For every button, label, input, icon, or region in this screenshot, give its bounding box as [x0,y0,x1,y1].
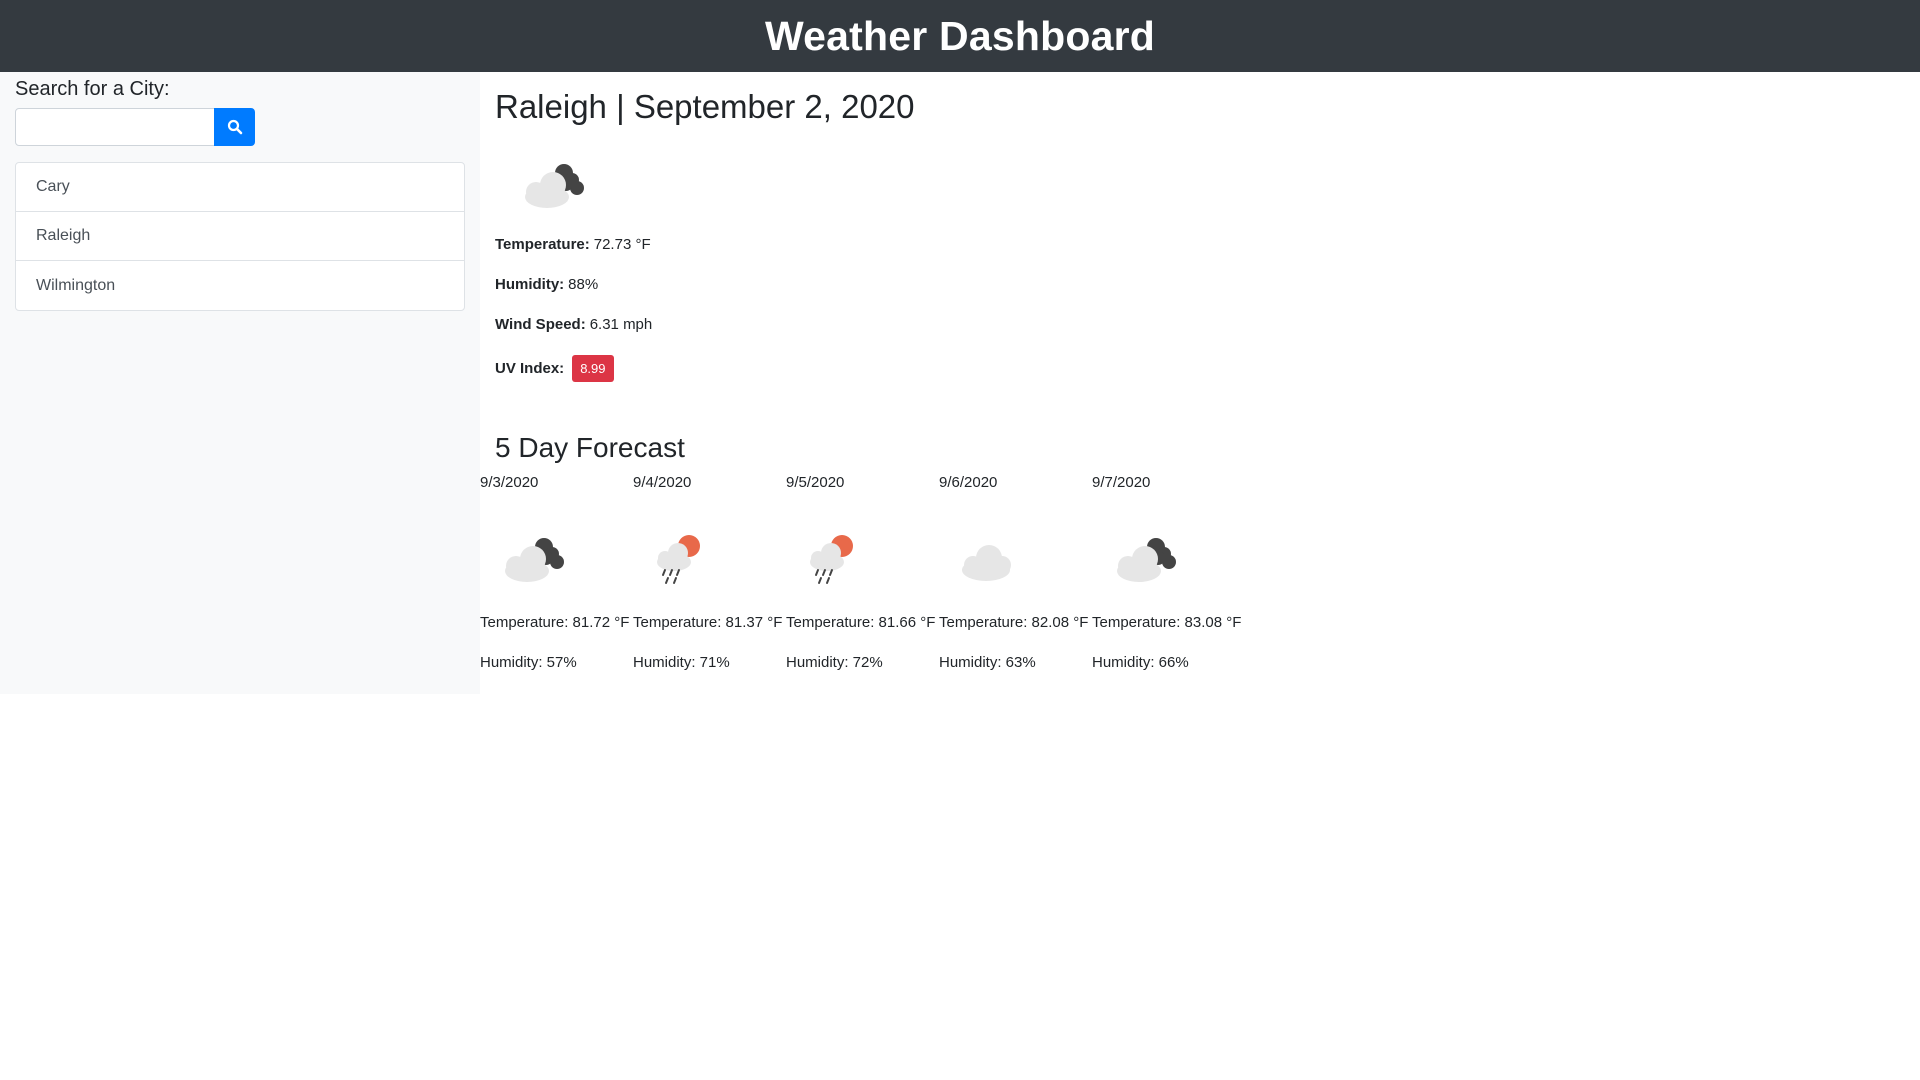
forecast-temperature: Temperature: 81.72 °F [480,614,630,631]
current-city-title: Raleigh | September 2, 2020 [495,88,915,125]
current-uv-index: UV Index: 8.99 [495,355,614,382]
city-item-cary[interactable]: Cary [16,163,464,212]
forecast-date: 9/7/2020 [1092,474,1151,491]
wind-speed-label: Wind Speed: [495,316,586,333]
city-item-raleigh[interactable]: Raleigh [16,212,464,261]
partly-cloudy-night-icon [525,164,584,208]
partly-cloudy-night-icon [1117,538,1176,582]
forecast-temperature: Temperature: 81.66 °F [786,614,936,631]
forecast-temperature: Temperature: 81.37 °F [633,614,783,631]
sidebar: Search for a City: Cary Raleigh Wilmingt… [0,72,480,694]
uv-index-label: UV Index: [495,360,565,377]
forecast-date: 9/5/2020 [786,474,845,491]
city-item-label: Wilmington [36,276,116,294]
forecast-humidity: Humidity: 63% [939,654,1036,671]
forecast-humidity: Humidity: 66% [1092,654,1189,671]
search-input[interactable] [15,108,215,146]
rain-sun-icon [810,535,853,584]
humidity-value: 88% [568,276,599,293]
rain-sun-icon [657,535,700,584]
forecast-humidity: Humidity: 72% [786,654,883,671]
forecast-date: 9/3/2020 [480,474,539,491]
current-wind-speed: Wind Speed: 6.31 mph [495,316,652,333]
temperature-value: 72.73 °F [593,236,651,253]
forecast-date: 9/6/2020 [939,474,998,491]
page-title: Weather Dashboard [765,12,1155,59]
current-humidity: Humidity: 88% [495,276,598,293]
partly-cloudy-night-icon [505,538,564,582]
forecast-humidity: Humidity: 71% [633,654,730,671]
city-item-label: Raleigh [36,227,91,244]
search-label: Search for a City: [15,78,170,100]
search-icon [227,119,242,135]
city-item-label: Cary [36,178,70,195]
uv-index-badge: 8.99 [572,355,614,382]
temperature-label: Temperature: [495,236,590,253]
search-button[interactable] [214,108,255,146]
app-header: Weather Dashboard [0,0,1920,72]
forecast-temperature: Temperature: 83.08 °F [1092,614,1242,631]
current-temperature: Temperature: 72.73 °F [495,236,651,253]
forecast-humidity: Humidity: 57% [480,654,577,671]
cloud-icon [962,545,1011,581]
forecast-temperature: Temperature: 82.08 °F [939,614,1089,631]
humidity-label: Humidity: [495,276,565,293]
wind-speed-value: 6.31 mph [589,316,653,333]
main-content: Raleigh | September 2, 2020 Temperature:… [480,72,1920,694]
city-item-wilmington[interactable]: Wilmington [16,261,464,310]
forecast-title: 5 Day Forecast [495,432,685,463]
city-history-list: Cary Raleigh Wilmington [15,162,465,311]
forecast-date: 9/4/2020 [633,474,692,491]
